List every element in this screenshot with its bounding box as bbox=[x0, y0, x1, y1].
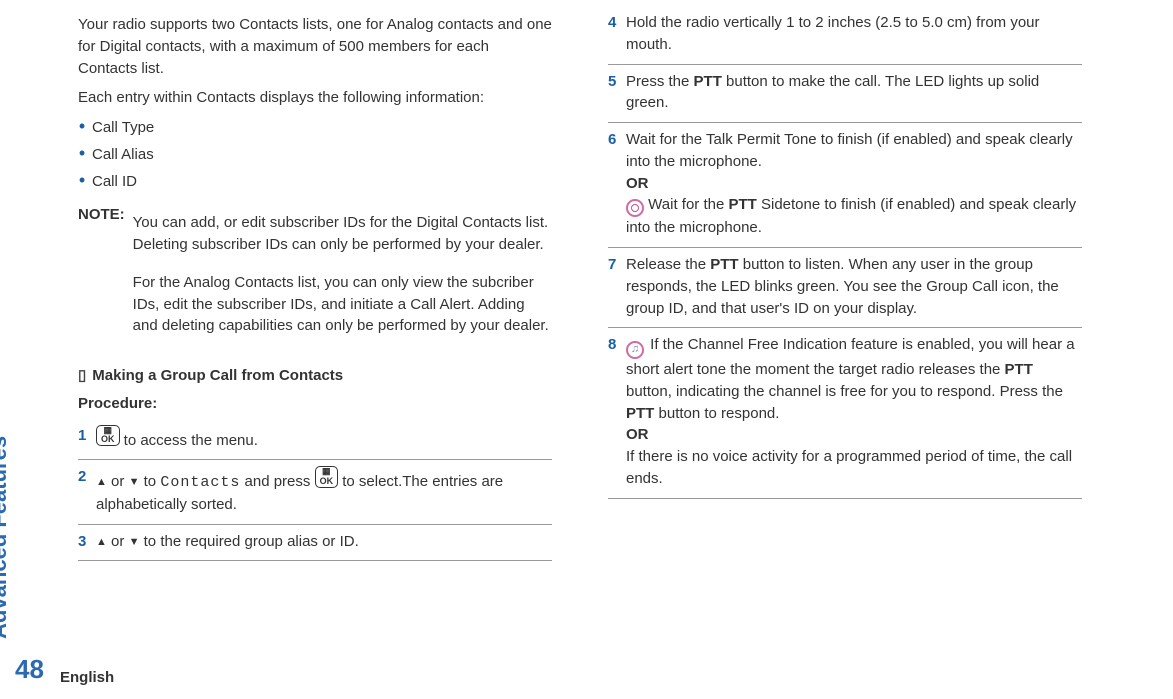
step-6: 6 Wait for the Talk Permit Tone to finis… bbox=[608, 123, 1082, 248]
page-number: 48 bbox=[15, 651, 44, 689]
step-line: If there is no voice activity for a prog… bbox=[626, 446, 1082, 490]
section-heading: ▯ Making a Group Call from Contacts bbox=[78, 365, 552, 387]
step-tail: to the required group alias or ID. bbox=[139, 533, 358, 550]
menu-item-contacts: Contacts bbox=[160, 474, 240, 491]
and-press: and press bbox=[240, 473, 314, 490]
procedure-label: Procedure: bbox=[78, 393, 552, 415]
step-line: Wait for the Talk Permit Tone to finish … bbox=[626, 129, 1082, 173]
step-text: to access the menu. bbox=[120, 431, 258, 448]
step-1: 1 to access the menu. bbox=[78, 419, 552, 461]
or-label: OR bbox=[626, 173, 1082, 195]
step-text: Release the bbox=[626, 256, 710, 273]
ptt-label: PTT bbox=[1005, 361, 1033, 378]
ok-button-icon bbox=[315, 466, 339, 488]
step-2: 2 ▲ or ▼ to Contacts and press to select… bbox=[78, 460, 552, 524]
step-body: Hold the radio vertically 1 to 2 inches … bbox=[626, 12, 1082, 56]
note-p1: You can add, or edit subscriber IDs for … bbox=[133, 212, 552, 256]
section-title: Making a Group Call from Contacts bbox=[92, 365, 343, 387]
page-content: Your radio supports two Contacts lists, … bbox=[0, 0, 1173, 561]
ptt-label: PTT bbox=[710, 256, 738, 273]
note-block: NOTE: You can add, or edit subscriber ID… bbox=[78, 204, 552, 345]
step-text: button, indicating the channel is free f… bbox=[626, 383, 1063, 400]
or-text: or bbox=[107, 473, 129, 490]
step-number: 6 bbox=[608, 129, 626, 151]
intro-p2: Each entry within Contacts displays the … bbox=[78, 87, 552, 109]
list-item: • Call Type bbox=[78, 117, 552, 139]
ptt-label: PTT bbox=[694, 73, 722, 90]
step-body: Wait for the Talk Permit Tone to finish … bbox=[626, 129, 1082, 239]
left-column: Your radio supports two Contacts lists, … bbox=[60, 0, 570, 561]
document-icon: ▯ bbox=[78, 365, 86, 387]
bullet-text: Call ID bbox=[92, 171, 137, 193]
step-7: 7 Release the PTT button to listen. When… bbox=[608, 248, 1082, 328]
step-body: ▲ or ▼ to Contacts and press to select.T… bbox=[96, 466, 552, 515]
ok-button-icon bbox=[96, 425, 120, 447]
step-number: 8 bbox=[608, 334, 626, 356]
music-note-icon: ♫ bbox=[626, 341, 644, 359]
side-section-label: Advanced Features bbox=[0, 436, 15, 639]
step-text: Press the bbox=[626, 73, 694, 90]
step-body: ▲ or ▼ to the required group alias or ID… bbox=[96, 531, 552, 553]
up-arrow-icon: ▲ bbox=[96, 476, 107, 488]
bullet-text: Call Type bbox=[92, 117, 154, 139]
step-5: 5 Press the PTT button to make the call.… bbox=[608, 65, 1082, 124]
list-item: • Call ID bbox=[78, 171, 552, 193]
step-line: Wait for the PTT Sidetone to finish (if … bbox=[626, 194, 1082, 239]
down-arrow-icon: ▼ bbox=[129, 476, 140, 488]
list-item: • Call Alias bbox=[78, 144, 552, 166]
ptt-label: PTT bbox=[626, 405, 654, 422]
step-body: Release the PTT button to listen. When a… bbox=[626, 254, 1082, 319]
step-body: to access the menu. bbox=[96, 425, 552, 452]
step-number: 7 bbox=[608, 254, 626, 276]
language-label: English bbox=[60, 667, 114, 689]
note-label: NOTE: bbox=[78, 204, 133, 345]
up-arrow-icon: ▲ bbox=[96, 536, 107, 548]
bullet-icon: • bbox=[78, 144, 86, 164]
step-number: 5 bbox=[608, 71, 626, 93]
step-body: ♫ If the Channel Free Indication feature… bbox=[626, 334, 1082, 489]
or-label: OR bbox=[626, 424, 1082, 446]
step-text: Wait for the bbox=[644, 196, 728, 213]
intro-p1: Your radio supports two Contacts lists, … bbox=[78, 14, 552, 79]
bullet-text: Call Alias bbox=[92, 144, 154, 166]
bullet-list: • Call Type • Call Alias • Call ID bbox=[78, 117, 552, 192]
step-text: button to respond. bbox=[654, 405, 779, 422]
step-line: ♫ If the Channel Free Indication feature… bbox=[626, 334, 1082, 424]
step-3: 3 ▲ or ▼ to the required group alias or … bbox=[78, 525, 552, 562]
step-8: 8 ♫ If the Channel Free Indication featu… bbox=[608, 328, 1082, 498]
step-number: 3 bbox=[78, 531, 96, 553]
bullet-icon: • bbox=[78, 117, 86, 137]
down-arrow-icon: ▼ bbox=[129, 536, 140, 548]
step-number: 1 bbox=[78, 425, 96, 447]
right-column: 4 Hold the radio vertically 1 to 2 inche… bbox=[590, 0, 1100, 561]
note-p2: For the Analog Contacts list, you can on… bbox=[133, 272, 552, 337]
note-body: You can add, or edit subscriber IDs for … bbox=[133, 204, 552, 345]
bullet-icon: • bbox=[78, 171, 86, 191]
step-number: 2 bbox=[78, 466, 96, 488]
step-number: 4 bbox=[608, 12, 626, 34]
step-4: 4 Hold the radio vertically 1 to 2 inche… bbox=[608, 6, 1082, 65]
step-body: Press the PTT button to make the call. T… bbox=[626, 71, 1082, 115]
to-text: to bbox=[139, 473, 160, 490]
ptt-label: PTT bbox=[728, 196, 756, 213]
or-text: or bbox=[107, 533, 129, 550]
tone-icon bbox=[626, 199, 644, 217]
